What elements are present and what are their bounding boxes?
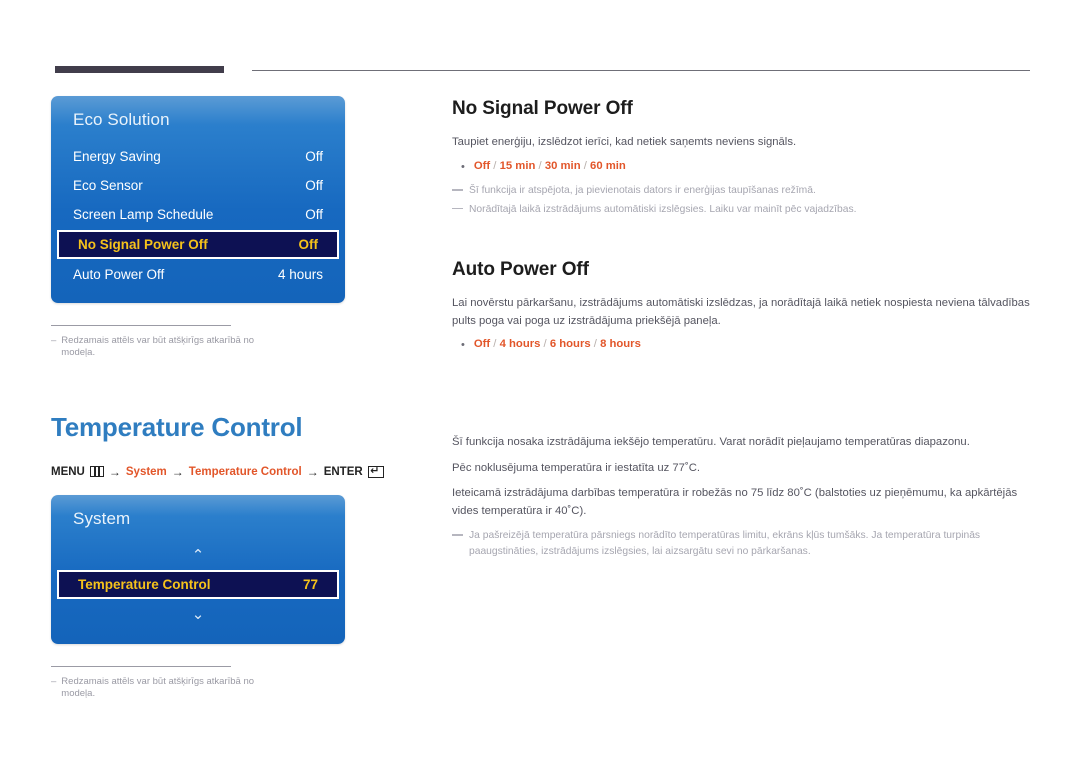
options-list: Off / 4 hours / 6 hours / 8 hours	[473, 338, 641, 351]
section-note: Ja pašreizējā temperatūra pārsniegs norā…	[452, 528, 1030, 559]
bullet-dot-icon: •	[461, 339, 465, 352]
osd-row-value: Off	[305, 207, 323, 222]
footnote-text: Redzamais attēls var būt atšķirīgs atkar…	[61, 335, 255, 359]
footnote-eco: – Redzamais attēls var būt atšķirīgs atk…	[51, 325, 276, 360]
section-paragraph: Šī funkcija nosaka izstrādājuma iekšējo …	[452, 436, 970, 449]
osd-panel-system: System ⌃ Temperature Control 77 ⌄	[51, 494, 345, 644]
arrow-icon: →	[171, 464, 184, 479]
footnote-text-row: – Redzamais attēls var būt atšķirīgs atk…	[51, 335, 276, 360]
osd-title-system: System	[73, 508, 131, 528]
osd-row-screen-lamp-schedule[interactable]: Screen Lamp Schedule Off	[51, 200, 345, 229]
osd-row-label: Auto Power Off	[73, 267, 165, 282]
breadcrumb-step-system[interactable]: System	[126, 466, 167, 478]
osd-panel-eco-solution: Eco Solution Energy Saving Off Eco Senso…	[51, 96, 345, 303]
breadcrumb-menu-path: MENU → System → Temperature Control → EN…	[51, 464, 401, 479]
osd-row-value: Off	[305, 178, 323, 193]
osd-row-label: Screen Lamp Schedule	[73, 207, 214, 222]
option-item: 60 min	[590, 159, 626, 172]
note-dash-icon	[452, 207, 463, 210]
osd-title-eco: Eco Solution	[73, 110, 170, 129]
option-item: 4 hours	[499, 338, 541, 351]
breadcrumb-step-temperature-control[interactable]: Temperature Control	[189, 466, 302, 478]
footnote-system: – Redzamais attēls var būt atšķirīgs atk…	[51, 665, 276, 701]
footnote-text: Redzamais attēls var būt atšķirīgs atkar…	[61, 675, 255, 700]
arrow-icon: →	[108, 464, 121, 479]
options-bullet-auto-power-off: • Off / 4 hours / 6 hours / 8 hours	[461, 338, 1030, 354]
osd-row-no-signal-power-off[interactable]: No Signal Power Off Off	[57, 230, 339, 259]
option-item: 6 hours	[549, 338, 591, 351]
page-title-temperature-control: Temperature Control	[51, 411, 303, 442]
note-dash-icon	[452, 534, 463, 536]
arrow-icon: →	[306, 464, 319, 479]
bullet-dot-icon: •	[461, 160, 465, 173]
left-column: Eco Solution Energy Saving Off Eco Senso…	[51, 96, 401, 700]
header-rule-thin	[252, 70, 1030, 71]
section-note: Šī funkcija ir atspējota, ja pievienotai…	[452, 183, 1030, 198]
footnote-divider	[51, 325, 231, 326]
footnote-text-row: – Redzamais attēls var būt atšķirīgs atk…	[51, 676, 276, 701]
osd-row-label: No Signal Power Off	[78, 237, 208, 252]
menu-grid-icon	[89, 466, 104, 478]
header-rule-dark	[55, 66, 224, 73]
osd-row-value: 4 hours	[277, 267, 323, 282]
right-column: No Signal Power Off Taupiet enerģiju, iz…	[452, 98, 1030, 561]
osd-row-value: 77	[302, 576, 318, 592]
section-paragraph: Ieteicamā izstrādājuma darbības temperat…	[452, 487, 1018, 517]
enter-return-icon	[367, 464, 384, 478]
osd-row-label: Eco Sensor	[73, 178, 143, 193]
chevron-up-icon[interactable]: ⌃	[51, 541, 345, 569]
footnote-divider	[51, 665, 231, 667]
osd-row-value: Off	[305, 149, 323, 164]
option-item: 15 min	[499, 159, 536, 172]
option-item: 8 hours	[600, 338, 641, 351]
options-bullet-no-signal: • Off / 15 min / 30 min / 60 min	[461, 160, 1030, 176]
section-paragraph: Taupiet enerģiju, izslēdzot ierīci, kad …	[452, 136, 797, 148]
section-title-no-signal-power-off: No Signal Power Off	[452, 98, 633, 119]
osd-row-energy-saving[interactable]: Energy Saving Off	[51, 142, 345, 171]
section-paragraph: Pēc noklusējuma temperatūra ir iestatīta…	[452, 461, 701, 474]
enter-label: ENTER	[323, 465, 363, 478]
osd-row-eco-sensor[interactable]: Eco Sensor Off	[51, 171, 345, 200]
osd-row-label: Energy Saving	[73, 149, 161, 164]
section-paragraph: Lai novērstu pārkaršanu, izstrādājums au…	[452, 297, 1030, 327]
footnote-dash: –	[51, 675, 57, 687]
note-text: Ja pašreizējā temperatūra pārsniegs norā…	[469, 530, 981, 557]
option-item: Off	[473, 338, 491, 351]
option-item: Off	[473, 159, 491, 172]
chevron-down-icon[interactable]: ⌄	[51, 600, 345, 628]
option-item: 30 min	[544, 159, 581, 172]
note-dash-icon	[452, 189, 463, 191]
osd-row-auto-power-off[interactable]: Auto Power Off 4 hours	[51, 260, 345, 289]
osd-row-value: Off	[298, 237, 319, 252]
section-note: Norādītajā laikā izstrādājums automātisk…	[452, 202, 1030, 217]
section-title-auto-power-off: Auto Power Off	[452, 259, 589, 281]
note-text: Šī funkcija ir atspējota, ja pievienotai…	[469, 185, 816, 197]
note-text: Norādītajā laikā izstrādājums automātisk…	[469, 203, 857, 215]
osd-row-temperature-control[interactable]: Temperature Control 77	[57, 569, 339, 599]
menu-label: MENU	[51, 465, 85, 478]
osd-row-label: Temperature Control	[78, 576, 211, 592]
options-list: Off / 15 min / 30 min / 60 min	[473, 159, 626, 172]
footnote-dash: –	[51, 335, 57, 346]
